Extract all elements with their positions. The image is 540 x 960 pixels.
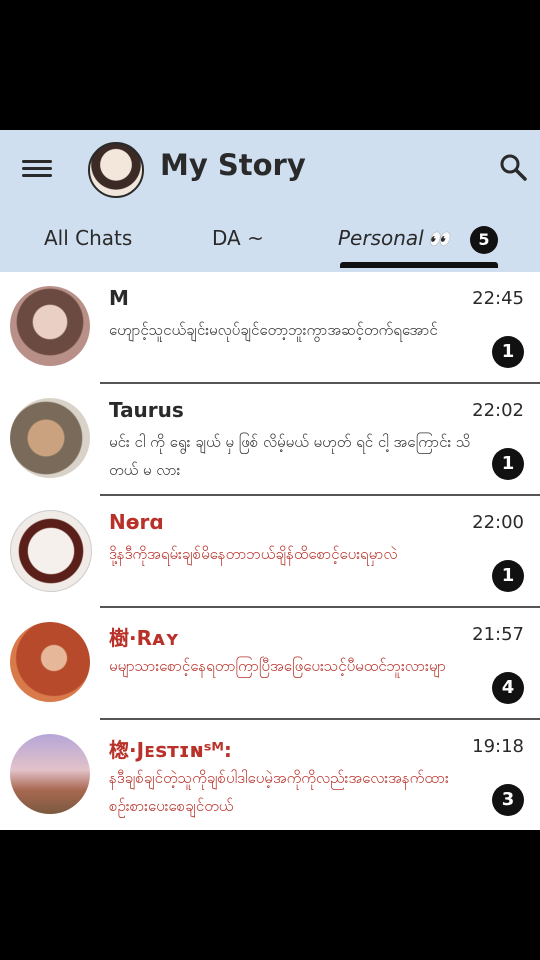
profile-avatar[interactable]: [88, 142, 144, 198]
tab-personal-label: Personal: [338, 226, 424, 250]
unread-badge: 3: [492, 784, 524, 816]
chat-row-taurus[interactable]: Taurus 22:02 မင်း ငါ ကို ရွေး ချယ် မှ ဖြ…: [0, 384, 540, 496]
chat-message: ဟျောင့်သူငယ်ချင်းမလုပ်ချင်တော့ဘူးကွာအဆင့…: [109, 321, 438, 339]
chat-name: Nɵrɑ: [109, 510, 164, 534]
chat-list: M 22:45 ဟျောင့်သူငယ်ချင်းမလုပ်ချင်တော့ဘူ…: [0, 272, 540, 830]
chat-name: Taurus: [109, 398, 184, 422]
chat-name: 楤·Jᴇsᴛɪɴˢᴹ:: [109, 738, 232, 762]
chat-app-screen: My Story All Chats DA ~ Personal 👀 5 M 22…: [0, 130, 540, 830]
page-title: My Story: [160, 148, 306, 182]
chat-time: 19:18: [472, 736, 524, 757]
avatar: [10, 398, 90, 478]
eyes-emoji-icon: 👀: [427, 229, 451, 250]
tab-da[interactable]: DA ~: [212, 226, 264, 250]
chat-row-nora[interactable]: Nɵrɑ 22:00 ဒို့နဒီကိုအရမ်းချစ်မိနေတာဘယ်ခ…: [0, 496, 540, 608]
chat-message: ဒို့နဒီကိုအရမ်းချစ်မိနေတာဘယ်ချိန်ထိစောင့…: [109, 545, 398, 563]
chat-time: 21:57: [472, 624, 524, 645]
tab-personal-badge: 5: [470, 226, 498, 254]
avatar: [10, 734, 90, 814]
chat-message: နဒီချစ်ချင်တဲ့သူကိုချစ်ပါဒါပေမဲ့အကိုကိုလ…: [109, 769, 449, 815]
chat-time: 22:02: [472, 400, 524, 421]
active-tab-indicator: [340, 262, 498, 268]
app-bar: My Story All Chats DA ~ Personal 👀 5: [0, 130, 540, 272]
unread-badge: 4: [492, 672, 524, 704]
chat-row-ray[interactable]: 樹·Rᴀʏ 21:57 မမျာသားစောင့်နေရတာကြာပြီအဖြေ…: [0, 608, 540, 720]
avatar: [10, 286, 90, 366]
unread-badge: 1: [492, 560, 524, 592]
chat-row-m[interactable]: M 22:45 ဟျောင့်သူငယ်ချင်းမလုပ်ချင်တော့ဘူ…: [0, 272, 540, 384]
chat-time: 22:45: [472, 288, 524, 309]
search-icon[interactable]: [498, 152, 528, 182]
chat-name: M: [109, 286, 129, 310]
chat-row-jestin[interactable]: 楤·Jᴇsᴛɪɴˢᴹ: 19:18 နဒီချစ်ချင်တဲ့သူကိုချစ…: [0, 720, 540, 830]
chat-message: မင်း ငါ ကို ရွေး ချယ် မှ ဖြစ် လိမ့်မယ် မ…: [109, 433, 471, 479]
tab-personal[interactable]: Personal 👀: [338, 226, 450, 250]
chat-message: မမျာသားစောင့်နေရတာကြာပြီအဖြေပေးသင့်ပီမထင…: [109, 657, 446, 675]
unread-badge: 1: [492, 448, 524, 480]
avatar: [10, 510, 92, 592]
unread-badge: 1: [492, 336, 524, 368]
chat-name: 樹·Rᴀʏ: [109, 626, 180, 650]
tab-all-chats[interactable]: All Chats: [44, 226, 132, 250]
chat-time: 22:00: [472, 512, 524, 533]
hamburger-menu-icon[interactable]: [22, 156, 52, 180]
avatar: [10, 622, 90, 702]
